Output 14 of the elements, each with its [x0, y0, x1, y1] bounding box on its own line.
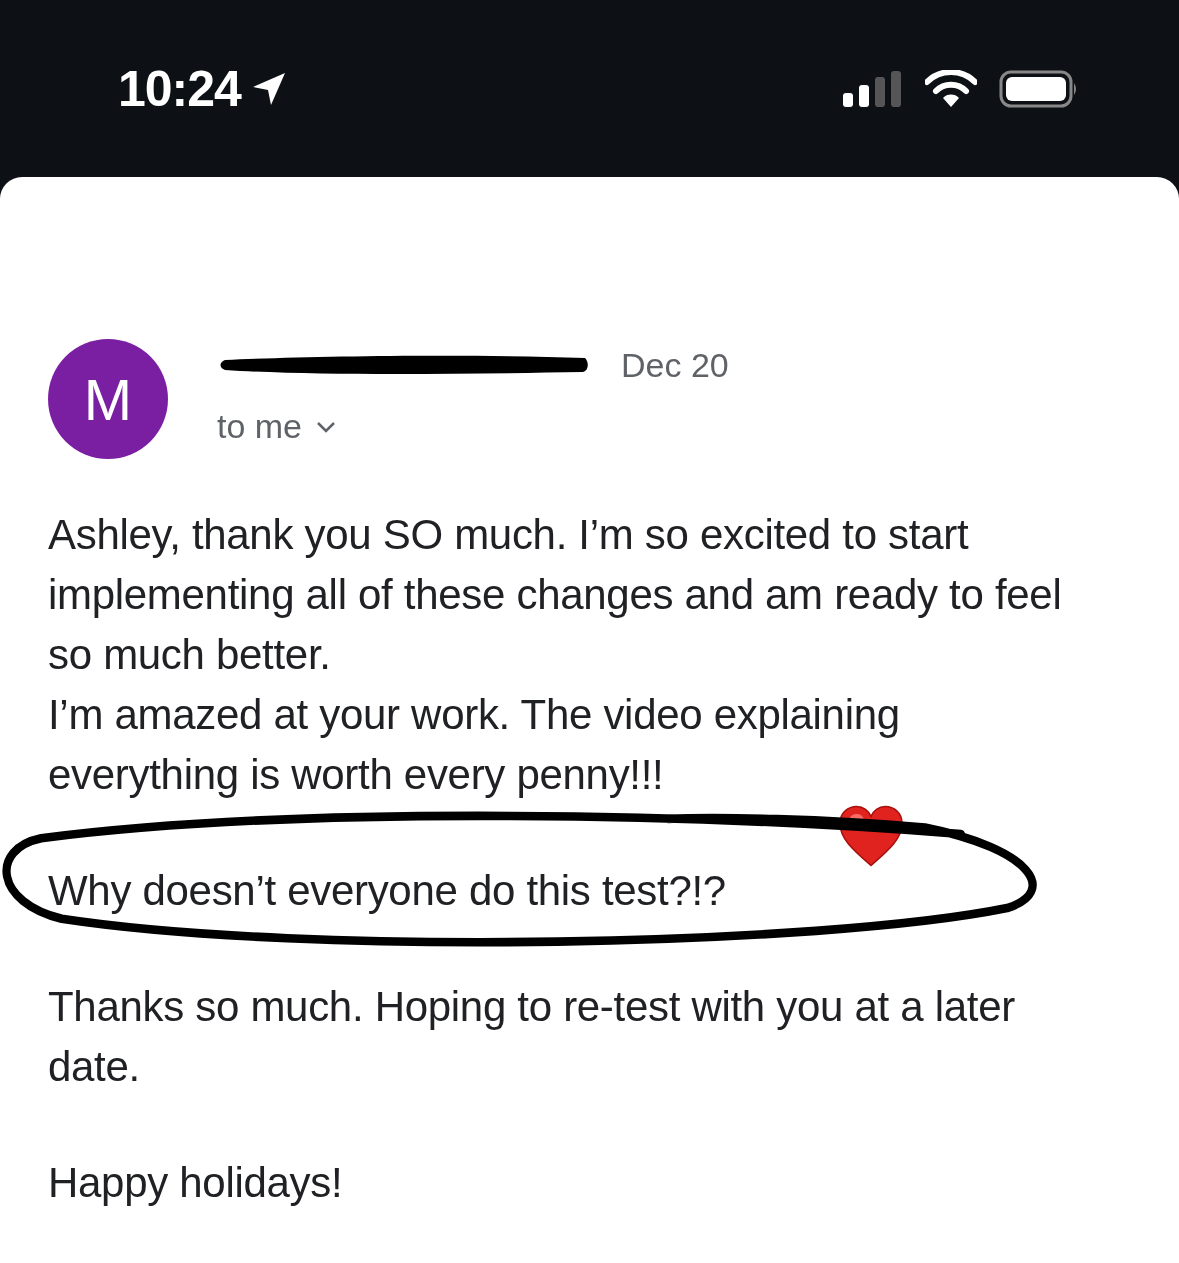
message-paragraph: I’m amazed at your work. The video explaining everything is worth every penny!!! [48, 690, 901, 800]
chevron-down-icon [316, 420, 337, 433]
recipient-toggle[interactable]: to me [217, 407, 337, 446]
message-paragraph: Why doesn’t everyone do this test?!? [48, 866, 727, 916]
battery-icon [999, 69, 1079, 108]
wifi-icon [925, 69, 977, 108]
message-paragraph: Thanks so much. Hoping to re-test with you at a later date. [48, 982, 1016, 1092]
signal-icon [843, 70, 903, 107]
email-date: Dec 20 [621, 345, 729, 385]
sender-avatar: M [48, 339, 168, 459]
message-paragraph: Happy holidays! [48, 1158, 344, 1208]
heart-icon [838, 805, 904, 867]
clock-time: 10:24 [118, 59, 241, 118]
message-paragraph: Ashley, thank you SO much. I’m so excited to start implementing all of these changes and am ready to feel so much better. [48, 510, 1063, 680]
